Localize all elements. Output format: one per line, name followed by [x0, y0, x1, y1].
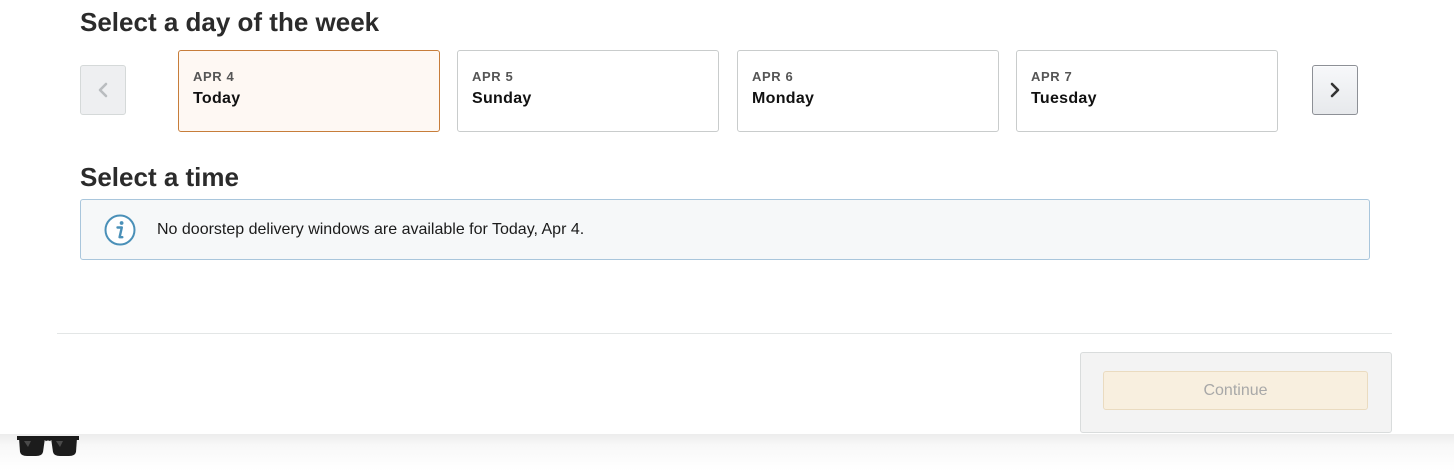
info-icon — [104, 214, 136, 245]
day-option-apr-7[interactable]: APR 7 Tuesday — [1016, 50, 1278, 132]
day-name: Today — [193, 90, 241, 107]
no-windows-alert: No doorstep delivery windows are availab… — [80, 199, 1370, 260]
day-section-title: Select a day of the week — [80, 7, 380, 37]
day-name: Sunday — [472, 90, 532, 107]
chevron-left-icon — [98, 82, 108, 98]
page-bottom-shadow — [0, 434, 1454, 471]
day-option-apr-5[interactable]: APR 5 Sunday — [457, 50, 719, 132]
chevron-right-icon — [1330, 82, 1340, 98]
continue-button[interactable]: Continue — [1103, 371, 1368, 410]
time-section-title: Select a time — [80, 162, 239, 192]
next-days-button[interactable] — [1312, 65, 1358, 115]
day-name: Monday — [752, 90, 815, 107]
day-option-apr-6[interactable]: APR 6 Monday — [737, 50, 999, 132]
section-divider — [57, 333, 1392, 334]
alert-message: No doorstep delivery windows are availab… — [157, 220, 585, 238]
delivery-scheduler: Select a day of the week APR 4 Today APR… — [0, 0, 1454, 471]
day-date: APR 5 — [472, 69, 514, 84]
continue-panel: Continue — [1080, 352, 1392, 433]
day-name: Tuesday — [1031, 90, 1097, 107]
sunglasses-icon — [17, 436, 79, 456]
day-date: APR 7 — [1031, 69, 1073, 84]
day-date: APR 4 — [193, 69, 235, 84]
day-date: APR 6 — [752, 69, 794, 84]
day-option-apr-4[interactable]: APR 4 Today — [178, 50, 440, 132]
previous-days-button[interactable] — [80, 65, 126, 115]
